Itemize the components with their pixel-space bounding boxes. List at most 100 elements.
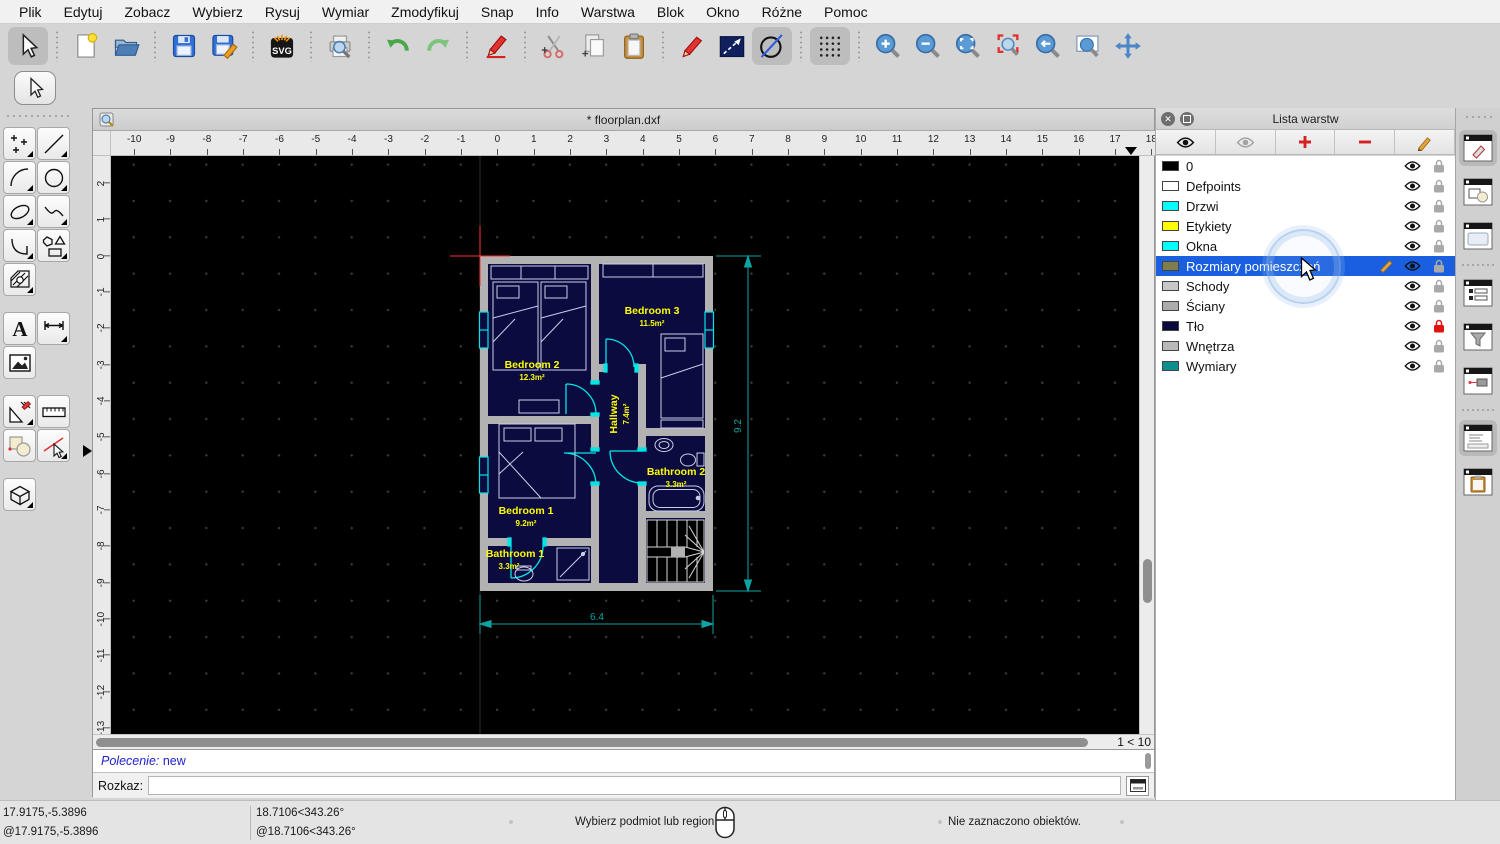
- hatch-tool-button[interactable]: [3, 263, 36, 296]
- text-tool-button[interactable]: A: [3, 312, 36, 345]
- layer-lock-icon[interactable]: [1433, 239, 1445, 253]
- horizontal-scrollbar-thumb[interactable]: [96, 737, 1088, 747]
- modify-tool-button[interactable]: [3, 395, 36, 428]
- menu-item[interactable]: Snap: [470, 4, 525, 20]
- copy-button[interactable]: [574, 27, 614, 65]
- points-tool-button[interactable]: [3, 127, 36, 160]
- keyboard-button[interactable]: [1126, 775, 1149, 796]
- cut-button[interactable]: [534, 27, 574, 65]
- layer-row[interactable]: Defpoints: [1156, 176, 1455, 196]
- layer-row[interactable]: Rozmiary pomieszczeń: [1156, 256, 1455, 276]
- pointer-tool-button[interactable]: [8, 27, 48, 65]
- layer-lock-icon[interactable]: [1433, 299, 1445, 313]
- dock-command-widget-button[interactable]: [1459, 420, 1497, 456]
- draft-mode-button[interactable]: [752, 27, 792, 65]
- dock-filter-button[interactable]: [1459, 319, 1497, 355]
- layer-row[interactable]: Etykiety: [1156, 216, 1455, 236]
- spline-tool-button[interactable]: [37, 195, 70, 228]
- zoom-window-button[interactable]: [1068, 27, 1108, 65]
- palette-grip[interactable]: [3, 112, 73, 120]
- layer-visibility-eye-icon[interactable]: [1404, 360, 1421, 372]
- menu-item[interactable]: Okno: [695, 4, 750, 20]
- layer-visibility-eye-icon[interactable]: [1404, 180, 1421, 192]
- horizontal-scrollbar[interactable]: [93, 734, 1114, 749]
- pen-button[interactable]: [476, 27, 516, 65]
- layer-visibility-eye-icon[interactable]: [1404, 240, 1421, 252]
- menu-item[interactable]: Warstwa: [570, 4, 646, 20]
- paste-button[interactable]: [614, 27, 654, 65]
- vertical-scrollbar[interactable]: [1139, 156, 1154, 734]
- dock-layer-list-button[interactable]: [1459, 130, 1497, 166]
- layer-row[interactable]: Schody: [1156, 276, 1455, 296]
- menu-item[interactable]: Blok: [646, 4, 695, 20]
- print-preview-button[interactable]: [320, 27, 360, 65]
- hide-all-layers-button[interactable]: [1215, 130, 1276, 154]
- zoom-pan-button[interactable]: [1108, 27, 1148, 65]
- layer-visibility-eye-icon[interactable]: [1404, 320, 1421, 332]
- layer-visibility-eye-icon[interactable]: [1404, 220, 1421, 232]
- menu-item[interactable]: Rysuj: [254, 4, 311, 20]
- dock-clipboard-button[interactable]: [1459, 464, 1497, 500]
- layer-row[interactable]: Drzwi: [1156, 196, 1455, 216]
- open-file-button[interactable]: [106, 27, 146, 65]
- layer-visibility-eye-icon[interactable]: [1404, 160, 1421, 172]
- dimension-tool-button[interactable]: [37, 312, 70, 345]
- layer-visibility-eye-icon[interactable]: [1404, 200, 1421, 212]
- layer-row[interactable]: Ściany: [1156, 296, 1455, 316]
- measure-tool-button[interactable]: [37, 395, 70, 428]
- layer-lock-icon[interactable]: [1433, 339, 1445, 353]
- layer-edit-pencil-icon[interactable]: [1378, 259, 1395, 273]
- menu-item[interactable]: Pomoc: [813, 4, 879, 20]
- zoom-previous-button[interactable]: [988, 27, 1028, 65]
- menu-item[interactable]: Edytuj: [53, 4, 114, 20]
- command-input[interactable]: [148, 776, 1121, 795]
- polygon-tool-button[interactable]: [37, 229, 70, 262]
- dock-library-browser-button[interactable]: [1459, 218, 1497, 254]
- layer-lock-icon[interactable]: [1433, 159, 1445, 173]
- select-entity-tool-button[interactable]: [37, 429, 70, 462]
- menu-item[interactable]: Różne: [751, 4, 813, 20]
- dock-block-list-button[interactable]: [1459, 174, 1497, 210]
- line-properties-button[interactable]: [712, 27, 752, 65]
- layer-lock-icon[interactable]: [1433, 199, 1445, 213]
- solid-tool-button[interactable]: [3, 478, 36, 511]
- undo-button[interactable]: [378, 27, 418, 65]
- menu-item[interactable]: Wymiar: [311, 4, 380, 20]
- attributes-pen-button[interactable]: [672, 27, 712, 65]
- layer-row[interactable]: Tło: [1156, 316, 1455, 336]
- layer-lock-icon[interactable]: [1433, 179, 1445, 193]
- layer-lock-icon[interactable]: [1433, 359, 1445, 373]
- vertical-scrollbar-thumb[interactable]: [1142, 559, 1152, 603]
- menu-item[interactable]: Zmodyfikuj: [380, 4, 470, 20]
- layer-visibility-eye-icon[interactable]: [1404, 260, 1421, 272]
- remove-layer-button[interactable]: [1335, 130, 1396, 154]
- detach-panel-icon[interactable]: [1180, 112, 1194, 126]
- svg-export-button[interactable]: SVG: [262, 27, 302, 65]
- line-tool-button[interactable]: [37, 127, 70, 160]
- dock-grip[interactable]: [1464, 114, 1492, 120]
- drawing-canvas[interactable]: Bedroom 2 12.3m² Bedroom 3 11.5m² Bedroo…: [111, 156, 1141, 734]
- polyline-tool-button[interactable]: [3, 229, 36, 262]
- add-layer-button[interactable]: [1275, 130, 1336, 154]
- menu-item[interactable]: Wybierz: [181, 4, 253, 20]
- circle-tool-button[interactable]: [37, 161, 70, 194]
- history-scrollbar-thumb[interactable]: [1145, 753, 1151, 769]
- save-button[interactable]: [164, 27, 204, 65]
- zoom-back-button[interactable]: [1028, 27, 1068, 65]
- layer-visibility-eye-icon[interactable]: [1404, 300, 1421, 312]
- layer-row[interactable]: 0: [1156, 156, 1455, 176]
- zoom-out-button[interactable]: [908, 27, 948, 65]
- layer-lock-icon[interactable]: [1433, 219, 1445, 233]
- redo-button[interactable]: [418, 27, 458, 65]
- close-panel-icon[interactable]: ✕: [1161, 112, 1175, 126]
- layer-row[interactable]: Okna: [1156, 236, 1455, 256]
- layer-lock-icon[interactable]: [1433, 259, 1445, 273]
- zoom-in-button[interactable]: [868, 27, 908, 65]
- layer-visibility-eye-icon[interactable]: [1404, 280, 1421, 292]
- grid-toggle-button[interactable]: [810, 27, 850, 65]
- dock-entity-list-button[interactable]: [1459, 275, 1497, 311]
- show-all-layers-button[interactable]: [1156, 130, 1216, 154]
- dock-snap-settings-button[interactable]: [1459, 363, 1497, 399]
- save-as-button[interactable]: [204, 27, 244, 65]
- layer-lock-icon[interactable]: [1433, 279, 1445, 293]
